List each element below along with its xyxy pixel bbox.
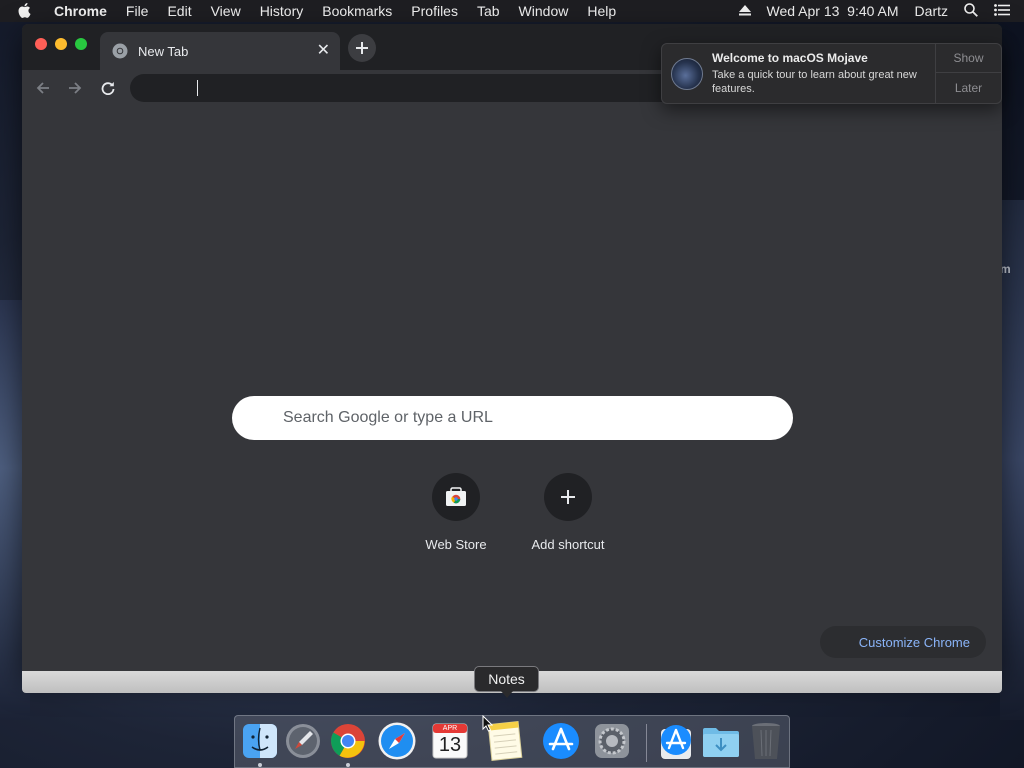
menu-view[interactable]: View bbox=[211, 3, 241, 19]
wallpaper-right bbox=[1000, 200, 1024, 720]
spotlight-search-icon[interactable] bbox=[964, 2, 978, 20]
notification-title: Welcome to macOS Mojave bbox=[712, 51, 868, 65]
add-shortcut-icon[interactable] bbox=[544, 473, 592, 521]
zoom-window-button[interactable] bbox=[75, 38, 87, 50]
tab-title: New Tab bbox=[138, 43, 189, 59]
back-button[interactable] bbox=[31, 76, 55, 100]
google-search-box[interactable] bbox=[232, 396, 793, 440]
chrome-running-indicator bbox=[346, 763, 350, 767]
safari-icon[interactable] bbox=[376, 720, 418, 762]
menu-help[interactable]: Help bbox=[587, 3, 616, 19]
text-cursor bbox=[197, 80, 198, 96]
menu-window[interactable]: Window bbox=[519, 3, 569, 19]
plus-icon bbox=[356, 42, 368, 54]
search-input[interactable] bbox=[283, 409, 763, 427]
chrome-window: New Tab ✕ Web Store bbox=[22, 24, 1002, 671]
downloads-folder-icon[interactable] bbox=[700, 720, 742, 762]
forward-button[interactable] bbox=[63, 76, 87, 100]
chrome-favicon-icon bbox=[112, 43, 128, 59]
tab-new-tab[interactable]: New Tab ✕ bbox=[100, 32, 340, 70]
notification-center-icon[interactable] bbox=[994, 3, 1010, 19]
shortcut-label-web-store: Web Store bbox=[425, 537, 487, 552]
calendar-icon[interactable]: APR 13 bbox=[429, 720, 471, 762]
trash-icon[interactable] bbox=[745, 720, 787, 762]
tab-close-icon[interactable]: ✕ bbox=[317, 41, 330, 61]
calendar-month: APR bbox=[442, 725, 458, 732]
chrome-icon[interactable] bbox=[327, 720, 369, 762]
back-arrow-icon bbox=[36, 82, 49, 94]
menubar-user[interactable]: Dartz bbox=[915, 3, 948, 19]
dock: APR 13 bbox=[234, 715, 790, 768]
finder-icon[interactable] bbox=[239, 720, 281, 762]
reload-icon bbox=[101, 82, 115, 95]
dock-separator bbox=[646, 724, 647, 762]
menu-tab[interactable]: Tab bbox=[477, 3, 500, 19]
menu-bar: Chrome File Edit View History Bookmarks … bbox=[0, 0, 1024, 22]
new-tab-button[interactable] bbox=[348, 34, 376, 62]
dock-tooltip: Notes bbox=[474, 666, 539, 692]
menu-file[interactable]: File bbox=[126, 3, 149, 19]
menu-profiles[interactable]: Profiles bbox=[411, 3, 458, 19]
menubar-clock[interactable]: Wed Apr 13 9:40 AM bbox=[767, 3, 899, 19]
notification-body: Take a quick tour to learn about great n… bbox=[712, 69, 917, 95]
menu-history[interactable]: History bbox=[260, 3, 304, 19]
shortcut-web-store[interactable]: Web Store bbox=[400, 473, 512, 552]
dock-tooltip-arrow bbox=[501, 691, 513, 698]
menu-bookmarks[interactable]: Bookmarks bbox=[322, 3, 392, 19]
forward-arrow-icon bbox=[69, 82, 82, 94]
shortcut-add[interactable]: Add shortcut bbox=[512, 473, 624, 552]
reload-button[interactable] bbox=[96, 76, 120, 100]
minimize-window-button[interactable] bbox=[55, 38, 67, 50]
menu-app-chrome[interactable]: Chrome bbox=[54, 3, 107, 19]
eject-icon[interactable] bbox=[738, 3, 751, 19]
web-store-icon[interactable] bbox=[432, 473, 480, 521]
notification-later-button[interactable]: Later bbox=[936, 73, 1001, 102]
new-tab-page: Web Store Add shortcut Customize Chrome bbox=[22, 106, 1002, 671]
calendar-day: 13 bbox=[438, 734, 462, 756]
customize-chrome-button[interactable]: Customize Chrome bbox=[820, 626, 986, 658]
finder-running-indicator bbox=[258, 763, 262, 767]
mojave-icon bbox=[671, 58, 703, 90]
system-preferences-icon[interactable] bbox=[591, 720, 633, 762]
mojave-welcome-notification[interactable]: Welcome to macOS Mojave Take a quick tou… bbox=[661, 43, 1002, 104]
mouse-pointer-icon bbox=[482, 714, 494, 737]
apple-menu-icon[interactable] bbox=[18, 3, 38, 19]
menu-edit[interactable]: Edit bbox=[167, 3, 191, 19]
launchpad-icon[interactable] bbox=[282, 720, 324, 762]
close-window-button[interactable] bbox=[35, 38, 47, 50]
notification-actions: Show Later bbox=[935, 44, 1001, 103]
notification-show-button[interactable]: Show bbox=[936, 44, 1001, 73]
app-store-icon[interactable] bbox=[540, 720, 582, 762]
downloads-app-store-icon[interactable] bbox=[655, 720, 697, 762]
shortcut-label-add: Add shortcut bbox=[531, 537, 605, 552]
